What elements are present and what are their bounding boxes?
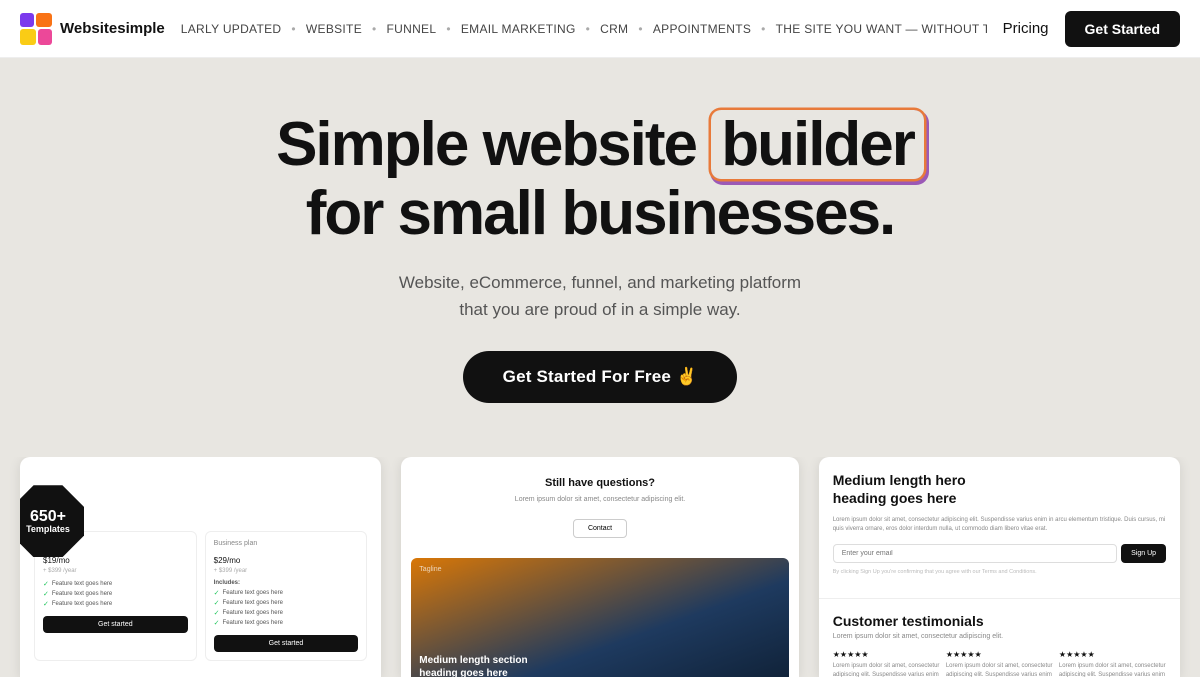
contact-button[interactable]: Contact xyxy=(573,519,627,538)
includes-label: Includes: xyxy=(214,580,359,586)
testi-text-1: Lorem ipsum dolor sit amet, consectetur … xyxy=(833,662,940,677)
business-feature-4: ✓Feature text goes here xyxy=(214,619,359,627)
business-feature-2: ✓Feature text goes here xyxy=(214,599,359,607)
testi-text-2: Lorem ipsum dolor sit amet, consectetur … xyxy=(946,662,1053,677)
stars-2: ★★★★★ xyxy=(946,650,1053,659)
hero-signup-card-inner: Medium length heroheading goes here Lore… xyxy=(819,457,1180,590)
testimonial-2: ★★★★★ Lorem ipsum dolor sit amet, consec… xyxy=(946,650,1053,677)
nav-marquee: LARLY UPDATED• WEBSITE• FUNNEL• EMAIL MA… xyxy=(181,22,987,36)
hero-title-part2: for small businesses. xyxy=(306,179,895,248)
logo[interactable]: Websitesimple xyxy=(20,13,165,45)
preview-card-hero-signup: Medium length heroheading goes here Lore… xyxy=(819,457,1180,677)
nav-marquee-wrapper: LARLY UPDATED• WEBSITE• FUNNEL• EMAIL MA… xyxy=(181,20,987,38)
preview-card-questions: Still have questions? Lorem ipsum dolor … xyxy=(401,457,798,677)
basic-feature-3: ✓Feature text goes here xyxy=(43,600,188,608)
pricing-card-inner: Basic plan $19/mo + $399 /year ✓Feature … xyxy=(20,457,381,675)
testimonials-title: Customer testimonials xyxy=(833,613,1166,629)
hero-subtitle-line1: Website, eCommerce, funnel, and marketin… xyxy=(399,273,801,292)
badge-number: 650+ xyxy=(30,508,66,526)
fine-print: By clicking Sign Up you're confirming th… xyxy=(833,569,1166,577)
basic-plan-button[interactable]: Get started xyxy=(43,616,188,633)
preview-card-pricing: 650+ Templates Basic plan $19/mo + $399 … xyxy=(20,457,381,677)
signup-button[interactable]: Sign Up xyxy=(1121,544,1166,563)
pricing-row: Basic plan $19/mo + $399 /year ✓Feature … xyxy=(34,531,367,661)
hero-title: Simple website builder for small busines… xyxy=(20,110,1180,249)
testimonials-subtitle: Lorem ipsum dolor sit amet, consectetur … xyxy=(833,633,1166,640)
hero-subtitle: Website, eCommerce, funnel, and marketin… xyxy=(20,269,1180,323)
testi-text-3: Lorem ipsum dolor sit amet, consectetur … xyxy=(1059,662,1166,677)
questions-title: Still have questions? xyxy=(417,477,782,489)
business-plan-sub: + $399 /year xyxy=(214,568,359,574)
pricing-link[interactable]: Pricing xyxy=(1003,20,1049,37)
questions-card-inner: Still have questions? Lorem ipsum dolor … xyxy=(401,457,798,558)
nav-right: Pricing Get Started xyxy=(1003,11,1180,47)
basic-feature-1: ✓Feature text goes here xyxy=(43,580,188,588)
testimonials-section: Customer testimonials Lorem ipsum dolor … xyxy=(819,599,1180,677)
hero-section: Simple website builder for small busines… xyxy=(0,58,1200,433)
badge-label: Templates xyxy=(26,525,70,535)
logo-text: Websitesimple xyxy=(60,20,165,37)
email-input[interactable] xyxy=(833,544,1117,563)
questions-subtitle: Lorem ipsum dolor sit amet, consectetur … xyxy=(417,495,782,505)
card3-body: Lorem ipsum dolor sit amet, consectetur … xyxy=(833,516,1166,534)
section-preview-image: Tagline Medium length sectionheading goe… xyxy=(411,558,788,677)
business-feature-3: ✓Feature text goes here xyxy=(214,609,359,617)
hero-title-part1: Simple website xyxy=(276,110,711,179)
hero-title-highlight: builder xyxy=(711,110,924,179)
business-feature-1: ✓Feature text goes here xyxy=(214,589,359,597)
testimonial-1: ★★★★★ Lorem ipsum dolor sit amet, consec… xyxy=(833,650,940,677)
business-plan-label: Business plan xyxy=(214,540,359,547)
image-tag: Tagline xyxy=(419,566,441,573)
card3-heading: Medium length heroheading goes here xyxy=(833,471,1166,507)
basic-feature-2: ✓Feature text goes here xyxy=(43,590,188,598)
email-signup-row: Sign Up xyxy=(833,544,1166,563)
stars-3: ★★★★★ xyxy=(1059,650,1166,659)
business-plan-button[interactable]: Get started xyxy=(214,635,359,652)
hero-cta-button[interactable]: Get Started For Free ✌️ xyxy=(463,351,738,403)
testimonial-3: ★★★★★ Lorem ipsum dolor sit amet, consec… xyxy=(1059,650,1166,677)
stars-1: ★★★★★ xyxy=(833,650,940,659)
testimonials-row: ★★★★★ Lorem ipsum dolor sit amet, consec… xyxy=(833,650,1166,677)
section-heading-overlay: Medium length sectionheading goes here xyxy=(419,654,527,677)
preview-strip: 650+ Templates Basic plan $19/mo + $399 … xyxy=(0,457,1200,677)
basic-plan-sub: + $399 /year xyxy=(43,568,188,574)
business-plan-col: Business plan $29/mo + $399 /year Includ… xyxy=(205,531,368,661)
navbar: Websitesimple LARLY UPDATED• WEBSITE• FU… xyxy=(0,0,1200,58)
get-started-nav-button[interactable]: Get Started xyxy=(1065,11,1180,47)
business-plan-price: $29/mo xyxy=(214,550,359,568)
hero-subtitle-line2: that you are proud of in a simple way. xyxy=(459,300,740,319)
